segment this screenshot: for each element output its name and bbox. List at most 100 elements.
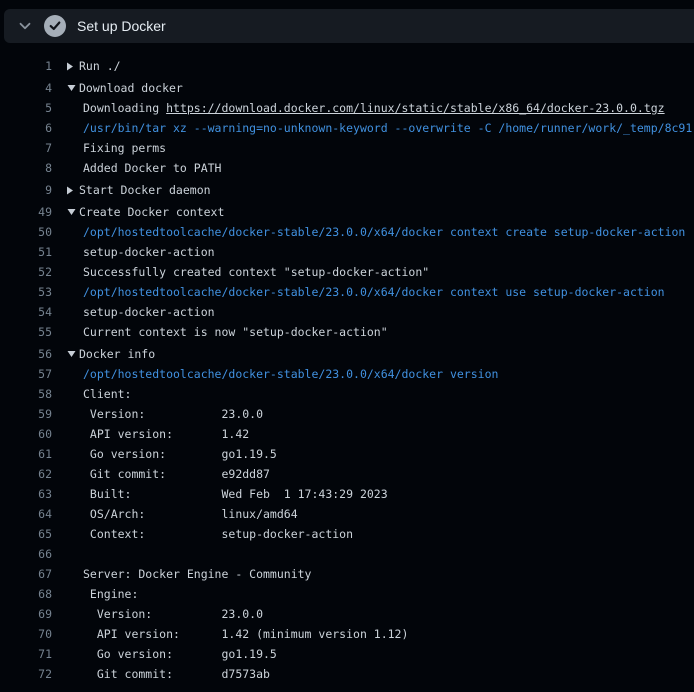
line-number[interactable]: 65 [0,524,52,544]
log-text: Client: [83,387,131,401]
log-command-text: /opt/hostedtoolcache/docker-stable/23.0.… [83,367,498,381]
log-line: 55 Current context is now "setup-docker-a… [0,322,694,342]
log-text: Version: 23.0.0 [83,607,263,621]
log-text: Go version: go1.19.5 [83,647,277,661]
log-text: Context: setup-docker-action [83,527,353,541]
log-link[interactable]: https://download.docker.com/linux/static… [166,101,665,115]
log-command-text: /opt/hostedtoolcache/docker-stable/23.0.… [83,225,685,239]
log-text: Built: Wed Feb 1 17:43:29 2023 [83,487,388,501]
log-line: 71 Go version: go1.19.5 [0,644,694,664]
line-number[interactable]: 64 [0,504,52,524]
line-number[interactable]: 51 [0,242,52,262]
triangle-right-icon[interactable] [67,186,79,195]
log-text: Go version: go1.19.5 [83,447,277,461]
line-number[interactable]: 67 [0,564,52,584]
log-text: Successfully created context "setup-dock… [83,265,429,279]
line-number[interactable]: 5 [0,98,52,118]
log-line: 63 Built: Wed Feb 1 17:43:29 2023 [0,484,694,504]
line-number[interactable]: 59 [0,404,52,424]
log-line: 67 Server: Docker Engine - Community [0,564,694,584]
log-text: Downloading [83,101,166,115]
log-text: Server: Docker Engine - Community [83,567,311,581]
line-number[interactable]: 52 [0,262,52,282]
line-number[interactable]: 62 [0,464,52,484]
line-number[interactable]: 56 [0,344,52,364]
line-number[interactable]: 4 [0,78,52,98]
triangle-down-icon[interactable] [67,351,79,357]
chevron-down-icon[interactable] [17,18,33,34]
log-group-row[interactable]: 9 Start Docker daemon [0,180,694,200]
log-text: setup-docker-action [83,305,215,319]
log-line: 7Fixing perms [0,138,694,158]
group-title: Download docker [79,78,183,98]
line-number[interactable]: 6 [0,118,52,138]
line-number[interactable]: 69 [0,604,52,624]
log-line: 51 setup-docker-action [0,242,694,262]
step-header[interactable]: Set up Docker [4,9,694,43]
log-line: 50/opt/hostedtoolcache/docker-stable/23.… [0,222,694,242]
group-title: Start Docker daemon [79,180,211,200]
log-line: 58 Client: [0,384,694,404]
line-number[interactable]: 54 [0,302,52,322]
line-number[interactable]: 50 [0,222,52,242]
log-line: 66 [0,544,694,564]
triangle-down-icon[interactable] [67,85,79,91]
line-number[interactable]: 8 [0,158,52,178]
group-title: Create Docker context [79,202,224,222]
log-text: Git commit: d7573ab [83,667,270,681]
log-line: 59 Version: 23.0.0 [0,404,694,424]
log-group-row[interactable]: 1 Run ./ [0,56,694,76]
line-number[interactable]: 55 [0,322,52,342]
log-area: 1 Run ./ 4 Download docker 5 Downloading http… [0,43,694,684]
line-number[interactable]: 49 [0,202,52,222]
line-number[interactable]: 58 [0,384,52,404]
log-line: 60 API version: 1.42 [0,424,694,444]
line-number[interactable]: 63 [0,484,52,504]
line-number[interactable]: 53 [0,282,52,302]
log-line: 64 OS/Arch: linux/amd64 [0,504,694,524]
log-line: 54 setup-docker-action [0,302,694,322]
log-text: Current context is now "setup-docker-act… [83,325,388,339]
log-text: Git commit: e92dd87 [83,467,270,481]
line-number[interactable]: 9 [0,180,52,200]
log-line: 5 Downloading https://download.docker.com… [0,98,694,118]
log-text: Added Docker to PATH [83,161,221,175]
log-line: 69 Version: 23.0.0 [0,604,694,624]
log-line: 62 Git commit: e92dd87 [0,464,694,484]
line-number[interactable]: 72 [0,664,52,684]
log-text: setup-docker-action [83,245,215,259]
log-command-text: /usr/bin/tar xz --warning=no-unknown-key… [83,121,692,135]
log-group-row[interactable]: 4 Download docker [0,78,694,98]
log-text: API version: 1.42 [83,427,249,441]
log-text: OS/Arch: linux/amd64 [83,507,298,521]
group-title: Run ./ [79,56,121,76]
log-line: 68 Engine: [0,584,694,604]
log-group-row[interactable]: 49 Create Docker context [0,202,694,222]
log-text: Version: 23.0.0 [83,407,263,421]
log-line: 61 Go version: go1.19.5 [0,444,694,464]
line-number[interactable]: 57 [0,364,52,384]
log-line: 8 Added Docker to PATH [0,158,694,178]
log-group-row[interactable]: 56 Docker info [0,344,694,364]
line-number[interactable]: 1 [0,56,52,76]
line-number[interactable]: 66 [0,544,52,564]
log-text: Engine: [83,587,138,601]
group-title: Docker info [79,344,155,364]
line-number[interactable]: 61 [0,444,52,464]
step-title: Set up Docker [77,18,166,34]
line-number[interactable]: 68 [0,584,52,604]
log-line: 70 API version: 1.42 (minimum version 1.… [0,624,694,644]
log-command-text: /opt/hostedtoolcache/docker-stable/23.0.… [83,285,665,299]
line-number[interactable]: 70 [0,624,52,644]
line-number[interactable]: 71 [0,644,52,664]
log-line: 72 Git commit: d7573ab [0,664,694,684]
log-line: 53/opt/hostedtoolcache/docker-stable/23.… [0,282,694,302]
log-line: 52 Successfully created context "setup-do… [0,262,694,282]
log-line: 57/opt/hostedtoolcache/docker-stable/23.… [0,364,694,384]
triangle-right-icon[interactable] [67,62,79,71]
line-number[interactable]: 60 [0,424,52,444]
line-number[interactable]: 7 [0,138,52,158]
log-text: API version: 1.42 (minimum version 1.12) [83,627,408,641]
triangle-down-icon[interactable] [67,209,79,215]
log-line: 65 Context: setup-docker-action [0,524,694,544]
